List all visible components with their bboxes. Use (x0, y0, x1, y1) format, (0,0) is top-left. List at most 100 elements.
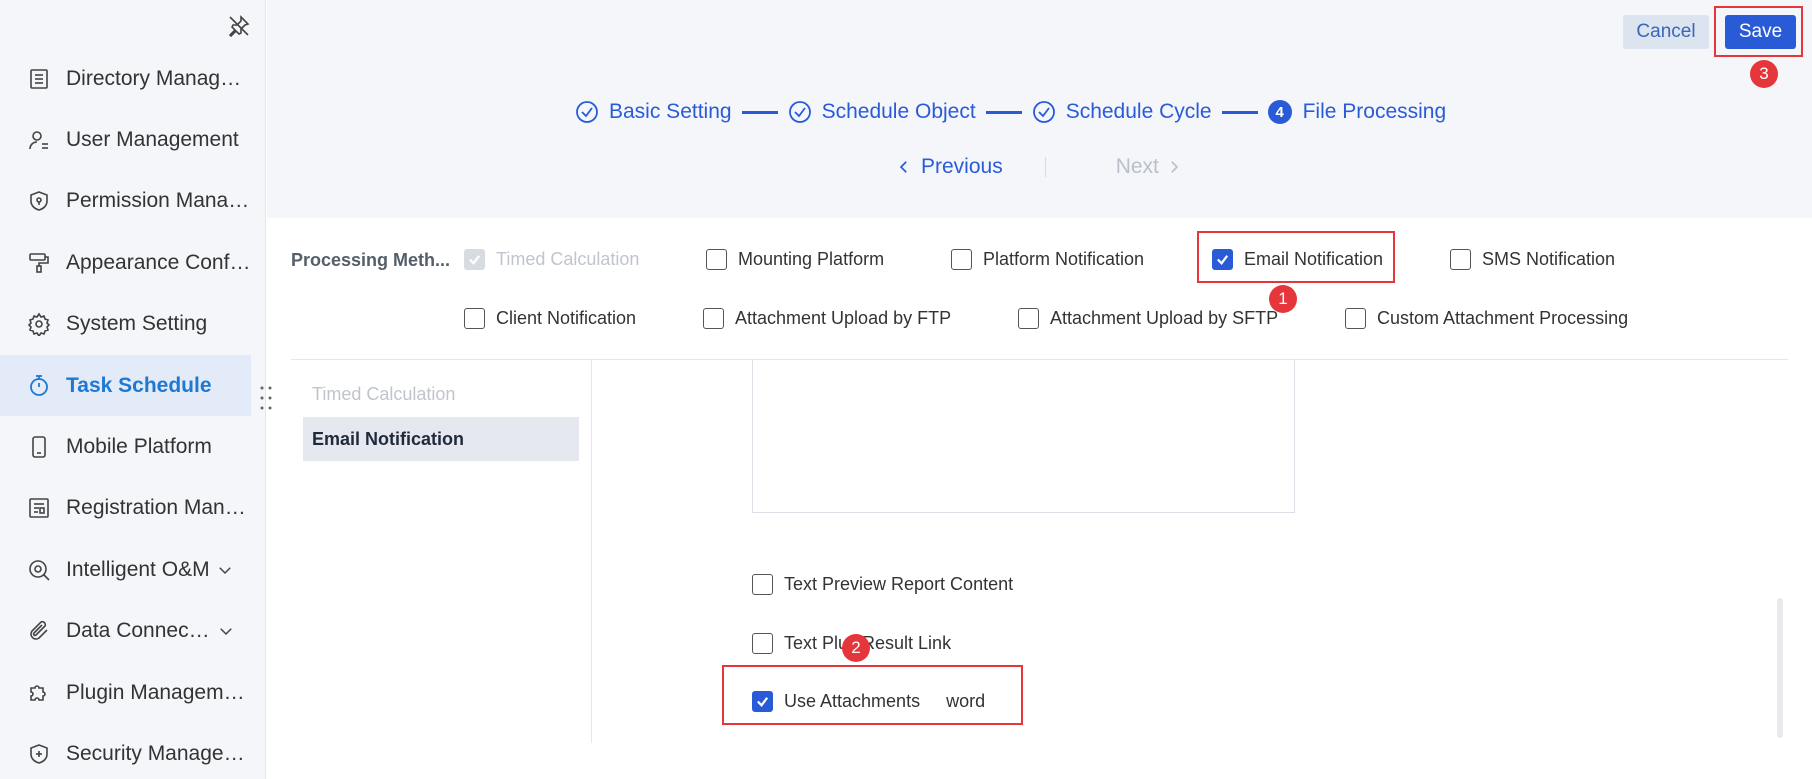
checkbox-box (1450, 249, 1471, 270)
checkbox-attachment-upload-sftp[interactable]: Attachment Upload by SFTP (1018, 308, 1278, 329)
sidebar-item-mobile-platform[interactable]: Mobile Platform (0, 416, 266, 477)
checkbox-label: Attachment Upload by SFTP (1050, 308, 1279, 328)
checkbox-box (752, 633, 773, 654)
panel-divider (591, 360, 592, 743)
check-circle-icon (575, 100, 599, 124)
step-schedule-cycle[interactable]: Schedule Cycle (1032, 100, 1212, 124)
shield-plus-icon (27, 742, 51, 766)
highlight-box-email-notification (1197, 231, 1395, 283)
checkbox-label: Timed Calculation (496, 249, 640, 269)
step-label: Schedule Cycle (1065, 100, 1212, 123)
sidebar-item-label: Data Connection (66, 619, 211, 643)
next-label: Next (1115, 155, 1159, 178)
om-icon (27, 558, 51, 582)
step-connector (985, 110, 1022, 114)
pin-icon[interactable] (227, 14, 251, 38)
checkbox-label: Attachment Upload by FTP (735, 308, 952, 328)
sidebar-item-label: Appearance Configuration (66, 250, 251, 274)
subnav-timed-calculation[interactable]: Timed Calculation (303, 372, 579, 416)
shield-lock-icon (27, 189, 51, 213)
email-content-textarea[interactable] (752, 360, 1295, 513)
chevron-left-icon (899, 161, 907, 173)
step-connector (1221, 110, 1258, 114)
list-icon (27, 67, 51, 91)
pager-divider (1044, 157, 1046, 177)
checkbox-label: SMS Notification (1482, 249, 1616, 269)
checkbox-box (703, 308, 724, 329)
registration-icon (27, 496, 51, 520)
wizard-steps: Basic Setting Schedule Object Schedule C… (575, 95, 1446, 129)
chevron-right-icon (1171, 161, 1179, 173)
checkbox-box (752, 574, 773, 595)
sidebar-item-directory-management[interactable]: Directory Management (0, 48, 266, 109)
checkbox-attachment-upload-ftp[interactable]: Attachment Upload by FTP (703, 308, 951, 329)
checkbox-label: Text Preview Report Content (784, 574, 1014, 594)
checkbox-box (464, 308, 485, 329)
sidebar-item-security-management[interactable]: Security Management (0, 723, 266, 779)
step-file-processing[interactable]: 4 File Processing (1267, 100, 1447, 124)
sidebar-item-label: Permission Management (66, 189, 251, 213)
checkbox-label: Platform Notification (983, 249, 1145, 269)
highlight-box-use-attachments (722, 665, 1023, 725)
check-circle-icon (788, 100, 812, 124)
step-connector (741, 110, 778, 114)
step-schedule-object[interactable]: Schedule Object (788, 100, 976, 124)
previous-button[interactable]: Previous (895, 155, 1003, 179)
sidebar-item-label: Directory Management (66, 66, 251, 90)
gear-icon (27, 312, 51, 338)
step-basic-setting[interactable]: Basic Setting (575, 100, 732, 124)
wizard-pager: Previous Next (895, 150, 1183, 184)
sidebar-item-appearance-configuration[interactable]: Appearance Configuration (0, 232, 266, 293)
vertical-scrollbar[interactable] (1777, 598, 1783, 738)
sidebar-item-data-connection[interactable]: Data Connection (0, 601, 266, 662)
sidebar: Directory Management User Management Per… (0, 0, 272, 779)
checkbox-label: Custom Attachment Processing (1377, 308, 1629, 328)
sidebar-item-label: Security Management (66, 741, 251, 765)
checkbox-sms-notification[interactable]: SMS Notification (1450, 249, 1615, 270)
sidebar-item-label: User Management (66, 128, 239, 152)
checkbox-platform-notification[interactable]: Platform Notification (951, 249, 1144, 270)
sidebar-item-permission-management[interactable]: Permission Management (0, 171, 266, 232)
sidebar-item-label: System Setting (66, 312, 208, 336)
checkbox-box (464, 249, 485, 270)
sidebar-item-label: Mobile Platform (66, 435, 212, 459)
resize-handle-icon[interactable] (259, 384, 273, 412)
sidebar-item-task-schedule[interactable]: Task Schedule (0, 354, 251, 417)
sidebar-item-label: Registration Management (66, 496, 251, 520)
checkmark-icon (469, 255, 481, 265)
sidebar-item-label: Task Schedule (66, 373, 212, 397)
subnav-email-notification[interactable]: Email Notification (303, 417, 579, 461)
stopwatch-icon (27, 374, 51, 398)
checkbox-client-notification[interactable]: Client Notification (464, 308, 636, 329)
step-label: Basic Setting (609, 100, 732, 123)
checkbox-label: Client Notification (496, 308, 637, 328)
sidebar-item-system-setting[interactable]: System Setting (0, 294, 266, 355)
sidebar-nav: Directory Management User Management Per… (0, 48, 266, 779)
annotation-badge-3: 3 (1750, 60, 1778, 88)
checkbox-mounting-platform[interactable]: Mounting Platform (706, 249, 884, 270)
chevron-down-icon (216, 561, 234, 579)
sidebar-item-registration-management[interactable]: Registration Management (0, 478, 266, 539)
annotation-badge-1: 1 (1269, 285, 1297, 313)
step-label: Schedule Object (821, 100, 976, 123)
next-button[interactable]: Next (1116, 155, 1183, 179)
checkbox-box (951, 249, 972, 270)
mobile-icon (27, 435, 51, 459)
checkbox-box (1018, 308, 1039, 329)
checkbox-text-preview-report-content[interactable]: Text Preview Report Content (752, 574, 1013, 595)
sidebar-item-plugin-management[interactable]: Plugin Management (0, 662, 266, 723)
annotation-badge-2: 2 (842, 634, 870, 662)
step-label: File Processing (1302, 100, 1447, 123)
checkbox-label: Mounting Platform (738, 249, 885, 269)
highlight-box-save (1714, 6, 1803, 57)
checkbox-custom-attachment-processing[interactable]: Custom Attachment Processing (1345, 308, 1628, 329)
user-icon (27, 128, 51, 152)
sidebar-item-intelligent-om[interactable]: Intelligent O&M (0, 539, 266, 600)
sidebar-item-label: Plugin Management (66, 680, 251, 704)
sidebar-item-user-management[interactable]: User Management (0, 109, 266, 170)
paint-roller-icon (27, 251, 51, 275)
sidebar-item-label: Intelligent O&M (66, 557, 210, 581)
checkbox-box (1345, 308, 1366, 329)
cancel-button[interactable]: Cancel (1623, 15, 1709, 49)
checkbox-timed-calculation[interactable]: Timed Calculation (464, 249, 639, 270)
